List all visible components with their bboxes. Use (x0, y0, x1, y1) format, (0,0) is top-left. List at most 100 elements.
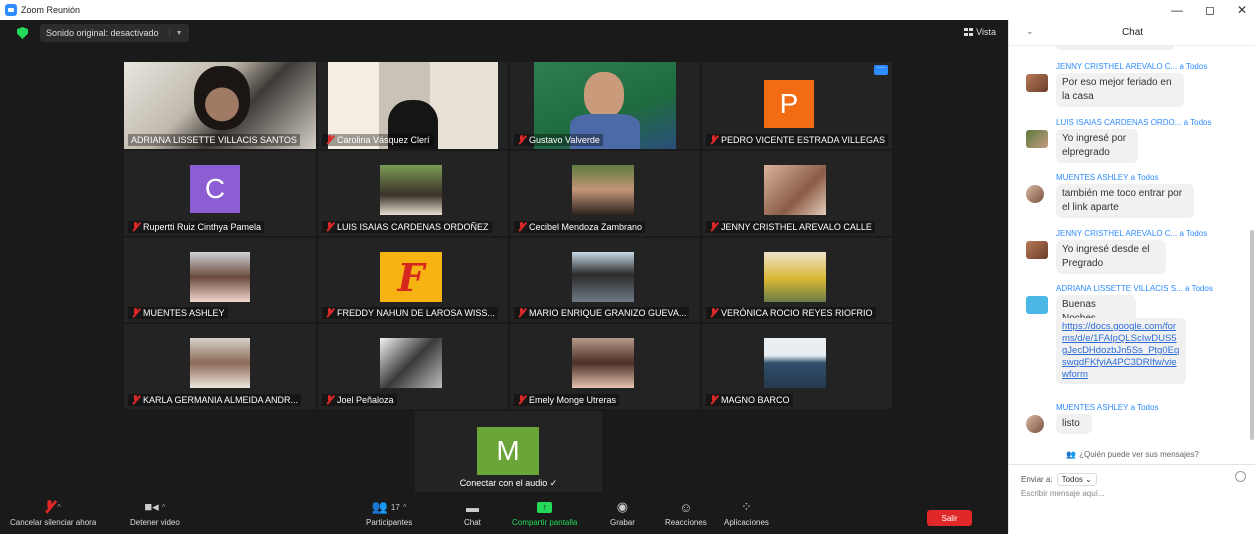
close-button[interactable]: ✕ (1237, 3, 1247, 17)
video-tile[interactable]: MAGNO BARCO (702, 324, 892, 409)
original-sound-button[interactable]: Sonido original: desactivado ▼ (40, 24, 189, 42)
chat-panel: ⌄ Chat JENNY CRISTHEL AREVALO C... a Tod… (1008, 20, 1255, 534)
video-tile[interactable]: P ··· PEDRO VICENTE ESTRADA VILLEGAS (702, 62, 892, 149)
muted-mic-icon (325, 395, 334, 405)
video-tile[interactable]: VERÓNICA ROCIO REYES RIOFRIO (702, 238, 892, 322)
sender-avatar (1026, 241, 1048, 259)
chevron-up-icon[interactable]: ^ (162, 503, 166, 512)
participants-button[interactable]: 👥 17 ^ Participantes (366, 498, 412, 527)
sender-avatar (1026, 74, 1048, 92)
participant-face (194, 66, 250, 130)
participant-photo (572, 252, 634, 302)
muted-mic-icon (517, 395, 526, 405)
video-button[interactable]: ■◂ ^ Detener video (130, 498, 180, 527)
chat-scrollbar[interactable] (1250, 230, 1254, 440)
participant-photo (572, 338, 634, 388)
muted-mic-icon (131, 222, 140, 232)
message-link-bubble: https://docs.google.com/forms/d/e/1FAIpQ… (1056, 318, 1186, 384)
window-title: Zoom Reunión (21, 5, 81, 15)
video-tile[interactable]: Joel Peñaloza (318, 324, 508, 409)
participant-face (584, 72, 624, 118)
participant-name: Joel Peñaloza (322, 394, 397, 406)
window-controls: — ◻ ✕ (1171, 0, 1247, 20)
video-tile[interactable]: M Conectar con el audio ✓ (415, 411, 602, 492)
message-sender: MUENTES ASHLEY a Todos (1056, 173, 1159, 182)
sender-avatar (1026, 415, 1044, 433)
participant-name: Cecibel Mendoza Zambrano (514, 221, 646, 233)
participant-photo (190, 338, 250, 388)
meeting-topbar: Sonido original: desactivado ▼ Vista (0, 20, 1008, 46)
participant-photo (764, 165, 826, 215)
muted-mic-icon (325, 135, 334, 145)
muted-mic-icon (709, 395, 718, 405)
chat-input[interactable]: Escribir mensaje aquí... (1021, 489, 1105, 498)
participant-name: PEDRO VICENTE ESTRADA VILLEGAS (706, 134, 889, 146)
mute-button[interactable]: ^ Cancelar silenciar ahora (10, 498, 96, 527)
chevron-up-icon[interactable]: ^ (57, 503, 61, 512)
video-tile[interactable]: MUENTES ASHLEY (124, 238, 316, 322)
share-screen-button[interactable]: ↑ Compartir pantalla (512, 498, 577, 527)
participant-photo (380, 165, 442, 215)
participant-name: JENNY CRISTHEL AREVALO CALLE (706, 221, 875, 233)
participant-name: MUENTES ASHLEY (128, 307, 228, 319)
chevron-up-icon[interactable]: ^ (403, 503, 407, 512)
video-tile[interactable]: LUIS ISAIAS CARDENAS ORDOÑEZ (318, 151, 508, 236)
more-options-icon[interactable]: ··· (874, 64, 888, 75)
previous-message-bubble (1056, 46, 1174, 50)
participant-name: KARLA GERMANIA ALMEIDA ANDR... (128, 394, 302, 406)
participant-photo (190, 252, 250, 302)
who-can-see-messages[interactable]: 👥 ¿Quién puede ver sus mensajes? (1009, 446, 1255, 462)
send-to-select[interactable]: Todos ⌄ (1056, 473, 1097, 486)
apps-button[interactable]: ⁘ Aplicaciones (724, 498, 769, 527)
video-tile[interactable]: F FREDDY NAHUN DE LAROSA WISS... (318, 238, 508, 322)
video-camera-icon: ■◂ (144, 499, 159, 514)
message-link[interactable]: https://docs.google.com/forms/d/e/1FAIpQ… (1062, 321, 1179, 380)
muted-mic-icon (517, 222, 526, 232)
video-tile[interactable]: MARIO ENRIQUE GRANIZO GUEVA... (510, 238, 700, 322)
message-sender: ADRIANA LISSETTE VILLACIS S... a Todos (1056, 284, 1213, 293)
emoji-icon[interactable] (1235, 471, 1246, 482)
message-text: también me toco entrar por el link apart… (1056, 184, 1194, 218)
view-button[interactable]: Vista (964, 27, 996, 37)
participant-name: Rupertti Ruiz Cinthya Pamela (128, 221, 265, 233)
muted-mic-icon (131, 308, 140, 318)
record-icon: ◉ (616, 499, 629, 514)
leave-button[interactable]: Salir (927, 510, 972, 526)
participant-name: FREDDY NAHUN DE LAROSA WISS... (322, 307, 498, 319)
participant-avatar: P (764, 80, 814, 128)
people-icon: 👥 (1066, 449, 1077, 459)
video-tile[interactable]: Cecibel Mendoza Zambrano (510, 151, 700, 236)
message-sender: JENNY CRISTHEL AREVALO C... a Todos (1056, 62, 1208, 71)
chat-button[interactable]: ▬ Chat (464, 498, 481, 528)
message-text: Por eso mejor feriado en la casa (1056, 73, 1184, 107)
chevron-down-icon[interactable]: ▼ (168, 29, 183, 37)
window-titlebar: Zoom Reunión — ◻ ✕ (0, 0, 1255, 20)
muted-mic-icon (517, 135, 526, 145)
chevron-down-icon[interactable]: ⌄ (1026, 26, 1034, 37)
reactions-button[interactable]: ☺ Reacciones (665, 498, 707, 528)
video-tile[interactable]: C Rupertti Ruiz Cinthya Pamela (124, 151, 316, 236)
video-tile[interactable]: Emely Monge Utreras (510, 324, 700, 409)
chat-header: ⌄ Chat (1009, 20, 1255, 46)
minimize-button[interactable]: — (1171, 3, 1183, 17)
security-shield-icon[interactable] (17, 27, 28, 39)
message-sender: LUIS ISAIAS CARDENAS ORDO... a Todos (1056, 118, 1212, 127)
video-tile[interactable]: ADRIANA LISSETTE VILLACIS SANTOS (124, 62, 316, 149)
share-screen-icon: ↑ (537, 501, 553, 513)
zoom-logo-icon (5, 4, 17, 16)
chat-title: Chat (1121, 27, 1144, 38)
message-text: Yo ingresé desde el Pregrado (1056, 240, 1166, 274)
record-button[interactable]: ◉ Grabar (610, 498, 635, 527)
muted-mic-icon (709, 222, 718, 232)
video-tile[interactable]: Carolina Vásquez Clerí (318, 62, 508, 149)
muted-mic-icon (517, 308, 526, 318)
video-tile[interactable]: KARLA GERMANIA ALMEIDA ANDR... (124, 324, 316, 409)
participant-avatar: M (477, 427, 539, 475)
video-tile[interactable]: Gustavo Valverde (510, 62, 700, 149)
chat-compose: Enviar a: Todos ⌄ Escribir mensaje aquí.… (1009, 464, 1255, 534)
maximize-button[interactable]: ◻ (1205, 3, 1215, 17)
participant-name: LUIS ISAIAS CARDENAS ORDOÑEZ (322, 221, 492, 233)
participants-icon: 👥 (371, 499, 388, 514)
video-tile[interactable]: JENNY CRISTHEL AREVALO CALLE (702, 151, 892, 236)
connect-audio-label[interactable]: Conectar con el audio ✓ (415, 478, 602, 489)
